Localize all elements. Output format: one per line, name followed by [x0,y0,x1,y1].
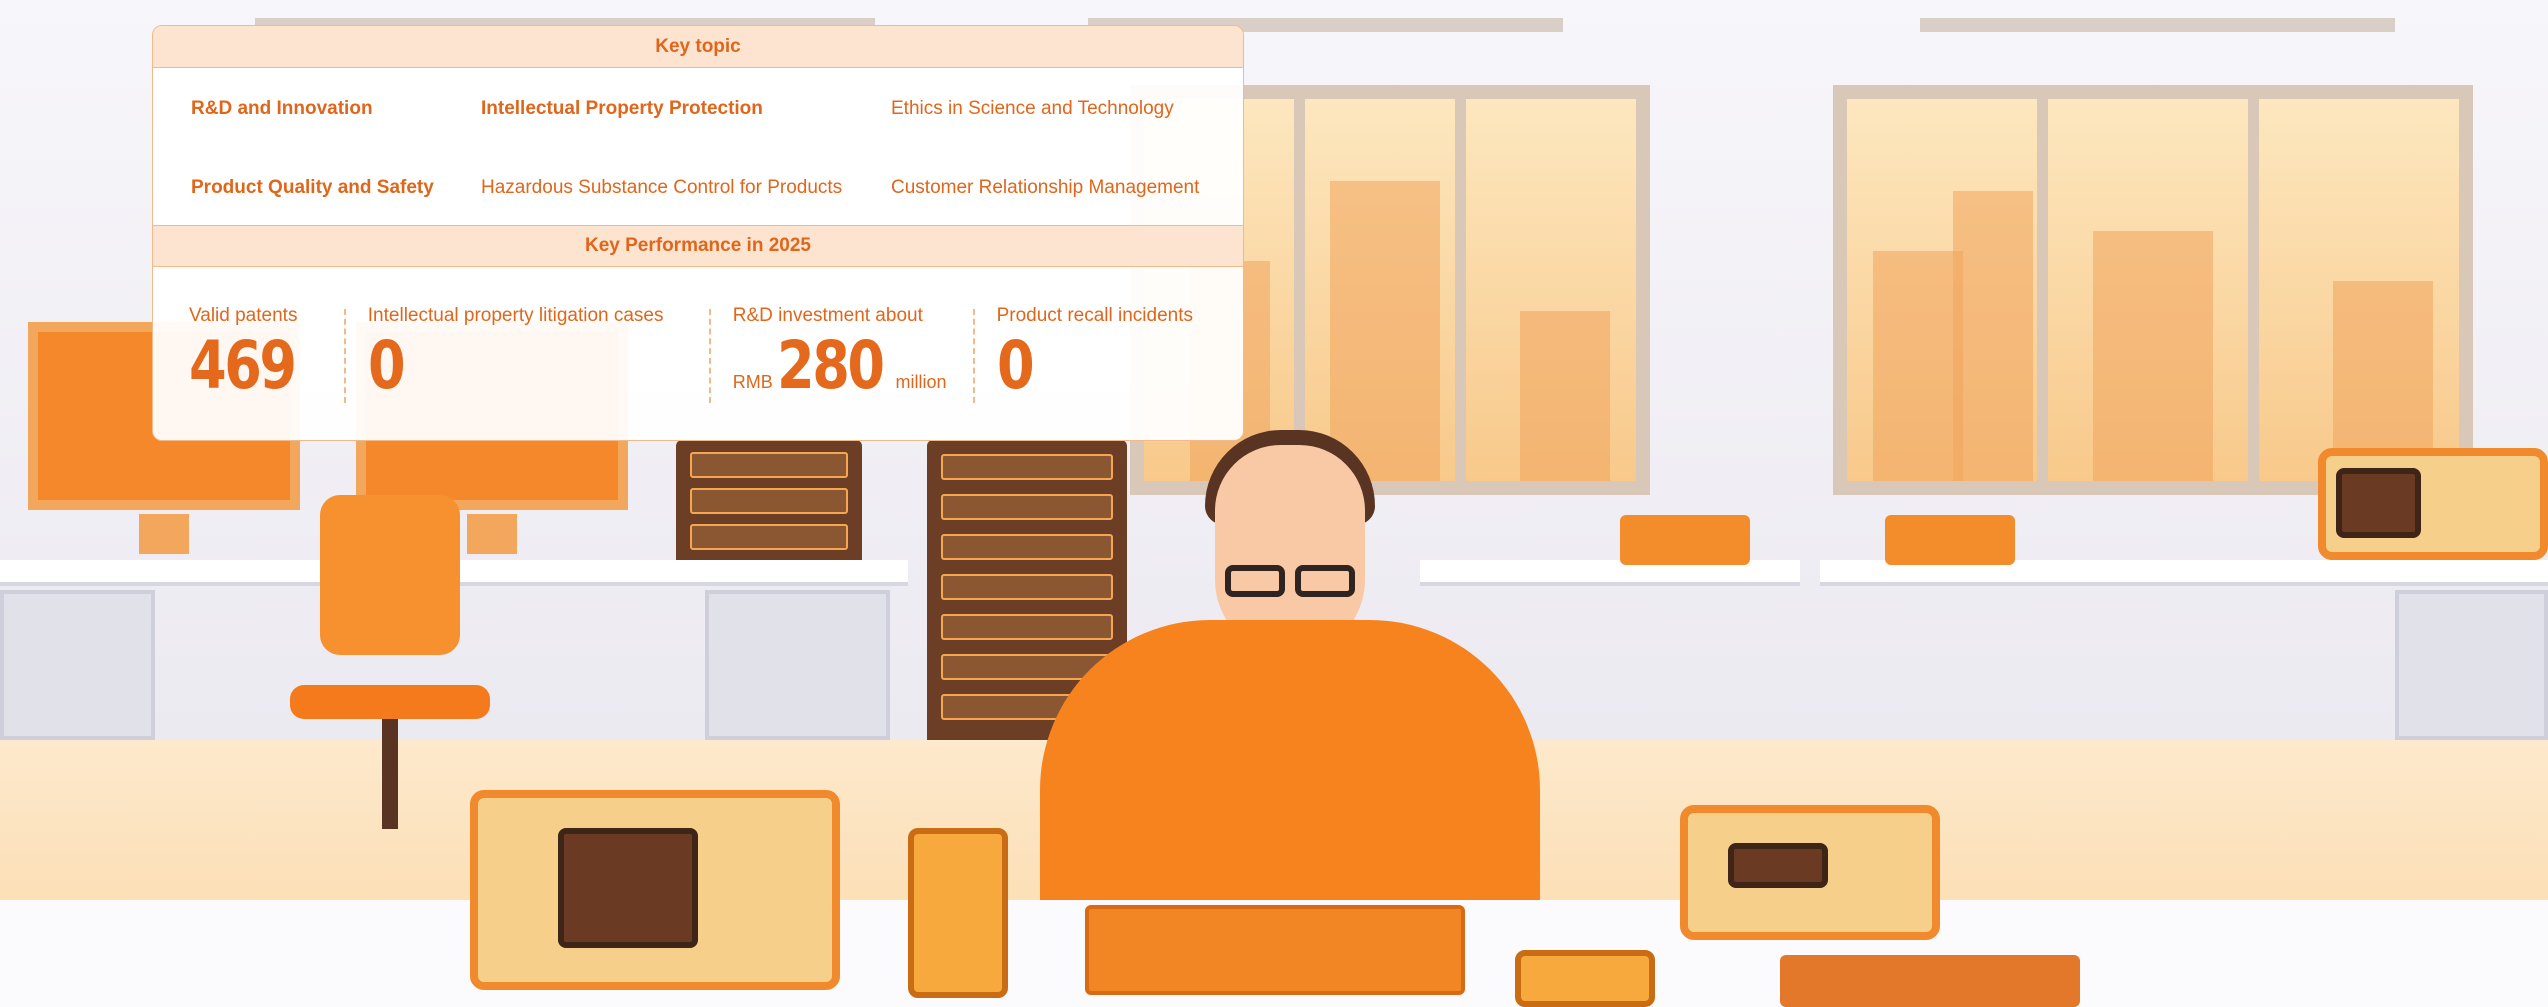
topic-item: Ethics in Science and Technology [891,98,1174,119]
topic-item: R&D and Innovation [191,98,373,119]
window-right [1833,85,2473,495]
metric-value: 0 [996,327,1035,404]
soldering-station [1620,515,1750,565]
server-rack [676,440,862,565]
metric-rd-investment: R&D investment about RMB 280 million [732,305,975,404]
drawer-cabinet [0,590,155,740]
drawer-cabinet [705,590,890,740]
metric-value: 469 [189,327,297,404]
key-topic-list: R&D and Innovation Intellectual Property… [153,68,1243,225]
glasses [1295,565,1355,597]
metric-label: Intellectual property litigation cases [367,305,664,326]
topic-item: Customer Relationship Management [891,176,1200,198]
metric-value: 280 [776,327,885,404]
metric-label: R&D investment about [732,305,923,326]
soldering-station [1885,515,2015,565]
metric-label: Product recall incidents [996,305,1193,326]
glasses [1225,565,1285,597]
component-tray [1780,955,2080,1007]
oscilloscope [2318,448,2548,560]
drawer-cabinet [2395,590,2548,740]
topic-item: Hazardous Substance Control for Products [481,176,843,198]
metric-value: 0 [367,327,406,404]
metric-suffix: million [895,372,947,392]
oscilloscope [470,790,840,990]
key-performance-metrics: Valid patents 469 Intellectual property … [153,267,1243,404]
circuit-board [1085,905,1465,995]
ceiling-lamp [1920,18,2395,32]
metric-label: Valid patents [189,305,298,326]
metric-prefix: RMB [732,372,773,392]
topic-item: Product Quality and Safety [191,176,434,198]
office-chair [285,495,495,855]
metric-valid-patents: Valid patents 469 [189,305,346,404]
key-topic-header: Key topic [153,26,1243,68]
key-performance-header: Key Performance in 2025 [153,225,1243,267]
topic-item: Intellectual Property Protection [481,98,763,119]
info-card: Key topic R&D and Innovation Intellectua… [152,25,1244,441]
metric-product-recall: Product recall incidents 0 [997,305,1221,399]
bench-power-supply [1680,805,1940,940]
multimeter [1515,950,1655,1007]
metric-ip-litigation: Intellectual property litigation cases 0 [367,305,711,404]
multimeter [908,828,1008,998]
